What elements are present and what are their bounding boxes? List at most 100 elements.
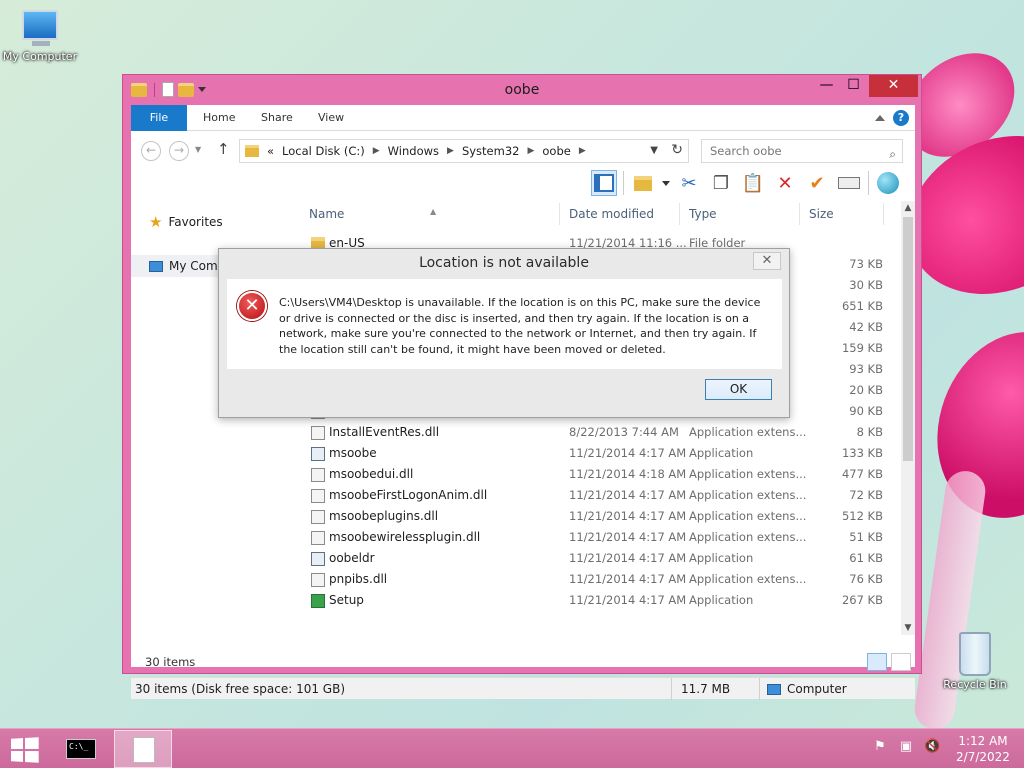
delete-button[interactable]: ✕ <box>772 170 798 196</box>
scrollbar-thumb[interactable] <box>903 217 913 461</box>
scroll-up-icon[interactable]: ▲ <box>901 201 915 215</box>
status-size: 11.7 MB <box>681 682 731 696</box>
preview-pane-icon <box>594 174 614 192</box>
table-row[interactable]: msoobedui.dll 11/21/2014 4:18 AM Applicati… <box>303 464 903 485</box>
table-row[interactable]: InstallEventRes.dll 8/22/2013 7:44 AM Appl… <box>303 422 903 443</box>
column-header-type[interactable]: Type <box>689 207 717 221</box>
tab-share[interactable]: Share <box>247 105 307 131</box>
clock-time: 1:12 AM <box>958 734 1008 748</box>
tab-file[interactable]: File <box>131 105 187 131</box>
nav-item-favorites[interactable]: ★ Favorites <box>149 213 223 231</box>
title-bar[interactable]: oobe — ☐ ✕ <box>123 75 921 105</box>
details-view-button[interactable] <box>867 653 887 671</box>
file-size: 477 KB <box>841 467 883 481</box>
forward-button[interactable]: → <box>169 141 189 161</box>
dll-icon <box>311 489 325 503</box>
command-prompt-icon: C:\_ <box>66 739 96 759</box>
search-input[interactable]: Search oobe ⌕ <box>701 139 903 163</box>
file-name: msoobewirelessplugin.dll <box>329 530 481 544</box>
table-row[interactable]: msoobeplugins.dll 11/21/2014 4:17 AM Appli… <box>303 506 903 527</box>
file-type: Application extens... <box>689 425 807 439</box>
file-name: InstallEventRes.dll <box>329 425 440 439</box>
table-row[interactable]: msoobeFirstLogonAnim.dll 11/21/2014 4:17 … <box>303 485 903 506</box>
search-icon[interactable]: ⌕ <box>889 143 896 165</box>
chevron-right-icon[interactable]: ▶ <box>579 146 586 156</box>
window-title: oobe <box>504 82 540 98</box>
volume-muted-icon[interactable]: 🔇 <box>924 739 940 755</box>
sort-indicator-icon: ▲ <box>430 207 437 216</box>
system-tray: ⚑ ▣ 🔇 <box>872 739 940 755</box>
table-row[interactable]: msoobewirelessplugin.dll 11/21/2014 4:17 … <box>303 527 903 548</box>
file-size: 72 KB <box>849 488 883 502</box>
desktop-icon-my-computer[interactable]: My Computer <box>0 10 80 63</box>
breadcrumb-oobe[interactable]: oobe <box>542 144 570 158</box>
dialog-body: ✕ C:\Users\VM4\Desktop is unavailable. I… <box>227 279 782 369</box>
clock-date: 2/7/2022 <box>956 750 1010 764</box>
action-center-flag-icon[interactable]: ⚑ <box>872 739 888 755</box>
table-row[interactable]: pnpibs.dll 11/21/2014 4:17 AM Application … <box>303 569 903 590</box>
nav-item-label: My Com <box>169 259 218 273</box>
copy-button[interactable]: ❐ <box>708 170 734 196</box>
breadcrumb-system32[interactable]: System32 <box>462 144 520 158</box>
desktop-icon-recycle-bin[interactable]: Recycle Bin <box>935 632 1015 691</box>
breadcrumb-windows[interactable]: Windows <box>388 144 439 158</box>
file-type: Application <box>689 593 754 607</box>
tab-view[interactable]: View <box>304 105 358 131</box>
rename-button[interactable] <box>836 170 862 196</box>
dll-icon <box>311 468 325 482</box>
paste-button[interactable]: 📋 <box>740 170 766 196</box>
ok-button[interactable]: OK <box>705 379 772 400</box>
refresh-icon[interactable]: ↻ <box>671 142 683 158</box>
column-header-size[interactable]: Size <box>809 207 834 221</box>
delete-icon: ✕ <box>777 172 793 194</box>
file-size: 651 KB <box>841 299 883 313</box>
move-to-button[interactable] <box>630 170 656 196</box>
chevron-right-icon[interactable]: ▶ <box>447 146 454 156</box>
clock[interactable]: 1:12 AM 2/7/2022 <box>948 733 1018 765</box>
expand-ribbon-icon[interactable] <box>875 115 885 121</box>
select-button[interactable]: ✔ <box>804 170 830 196</box>
close-button[interactable]: ✕ <box>869 75 918 97</box>
maximize-button[interactable]: ☐ <box>840 75 867 97</box>
chevron-right-icon[interactable]: ▶ <box>527 146 534 156</box>
taskbar-app-command-prompt[interactable]: C:\_ <box>52 730 110 768</box>
recent-locations-icon[interactable]: ▼ <box>195 145 201 154</box>
preview-pane-button[interactable] <box>591 170 617 196</box>
help-icon[interactable]: ? <box>893 110 909 126</box>
nav-item-label: Favorites <box>168 215 223 229</box>
dll-icon <box>311 510 325 524</box>
chevron-right-icon[interactable]: ▶ <box>373 146 380 156</box>
desktop-icon-label: Recycle Bin <box>943 678 1007 691</box>
file-date: 11/21/2014 4:17 AM <box>569 551 687 565</box>
tab-home[interactable]: Home <box>189 105 249 131</box>
file-date: 11/21/2014 4:17 AM <box>569 530 687 544</box>
setup-icon <box>311 594 325 608</box>
network-icon[interactable]: ▣ <box>898 739 914 755</box>
dialog-close-button[interactable]: ✕ <box>753 252 781 270</box>
chevron-down-icon[interactable] <box>662 180 670 186</box>
table-row[interactable]: Setup 11/21/2014 4:17 AM Application 267 KB <box>303 590 903 611</box>
cut-button[interactable]: ✂ <box>676 170 702 196</box>
column-header-date[interactable]: Date modified <box>569 207 654 221</box>
vertical-scrollbar[interactable]: ▲ ▼ <box>901 201 915 635</box>
table-row[interactable]: msoobe 11/21/2014 4:17 AM Application 133 K… <box>303 443 903 464</box>
chevron-down-icon[interactable]: ▼ <box>650 145 658 156</box>
file-size: 20 KB <box>849 383 883 397</box>
scroll-down-icon[interactable]: ▼ <box>901 621 915 635</box>
address-bar[interactable]: « Local Disk (C:) ▶ Windows ▶ System32 ▶… <box>239 139 689 163</box>
taskbar-app-explorer[interactable] <box>114 730 172 768</box>
large-icons-view-button[interactable] <box>891 653 911 671</box>
back-button[interactable]: ← <box>141 141 161 161</box>
table-row[interactable]: oobeldr 11/21/2014 4:17 AM Application 61 K… <box>303 548 903 569</box>
file-date: 11/21/2014 4:17 AM <box>569 509 687 523</box>
network-button[interactable] <box>875 170 901 196</box>
minimize-button[interactable]: — <box>813 75 840 97</box>
address-overflow[interactable]: « <box>267 144 274 158</box>
file-size: 61 KB <box>849 551 883 565</box>
up-button[interactable]: ↑ <box>217 140 230 158</box>
start-button[interactable] <box>11 737 39 763</box>
file-type: Application <box>689 551 754 565</box>
column-header-name[interactable]: Name <box>309 207 344 221</box>
file-name: msoobedui.dll <box>329 467 414 481</box>
breadcrumb-local-disk[interactable]: Local Disk (C:) <box>282 144 365 158</box>
